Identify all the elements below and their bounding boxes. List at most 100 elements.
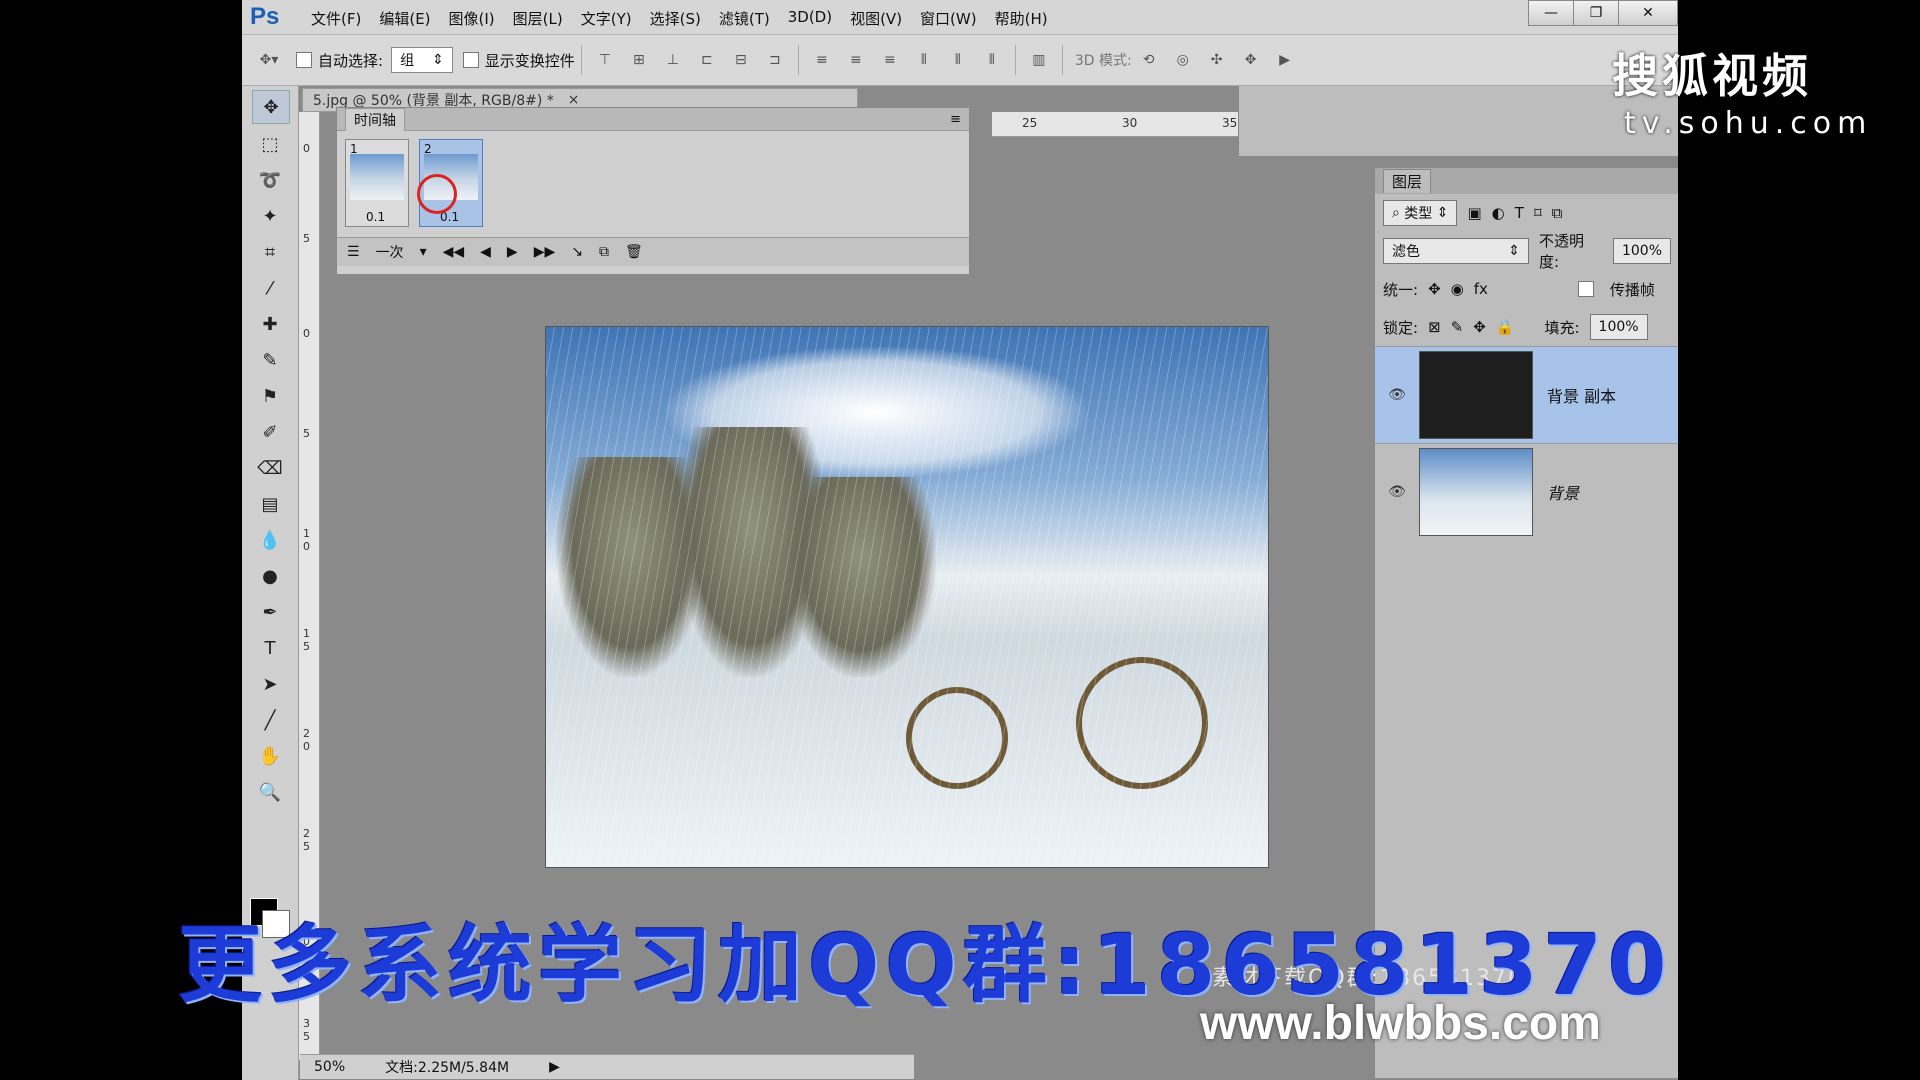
zoom-level[interactable]: 50% bbox=[314, 1059, 345, 1075]
menu-view[interactable]: 视图(V) bbox=[841, 8, 911, 29]
pen-tool-icon[interactable]: ✒ bbox=[252, 596, 288, 628]
distribute-hcenter-icon[interactable]: ⫴ bbox=[946, 48, 970, 72]
menu-select[interactable]: 选择(S) bbox=[641, 8, 710, 29]
move-tool-preset[interactable]: ✥▾ bbox=[252, 48, 286, 72]
dodge-tool-icon[interactable]: ● bbox=[252, 560, 288, 592]
3d-pan-icon[interactable]: ✣ bbox=[1205, 48, 1229, 72]
menu-layer[interactable]: 图层(L) bbox=[504, 8, 572, 29]
move-tool-icon[interactable]: ✥ bbox=[252, 90, 290, 124]
align-top-icon[interactable]: ⊤ bbox=[593, 48, 617, 72]
3d-slide-icon[interactable]: ✥ bbox=[1239, 48, 1263, 72]
prev-frame-icon[interactable]: ◀ bbox=[480, 244, 491, 260]
opacity-field[interactable]: 100% bbox=[1612, 238, 1671, 264]
blur-tool-icon[interactable]: 💧 bbox=[252, 524, 288, 556]
healing-brush-icon[interactable]: ✚ bbox=[252, 308, 288, 340]
next-frame-icon[interactable]: ▶▶ bbox=[534, 244, 556, 260]
filter-shape-icon[interactable]: ⌑ bbox=[1534, 204, 1542, 222]
dropdown-arrow-icon[interactable]: ▾ bbox=[420, 244, 427, 260]
timeline-frame[interactable]: 1 0.1 bbox=[345, 139, 409, 227]
menu-help[interactable]: 帮助(H) bbox=[986, 8, 1057, 29]
3d-roll-icon[interactable]: ◎ bbox=[1171, 48, 1195, 72]
filter-kind-select[interactable]: ⌕ 类型 ⇕ bbox=[1383, 200, 1458, 226]
status-arrow-icon[interactable]: ▶ bbox=[549, 1059, 560, 1075]
marquee-tool-icon[interactable]: ⬚ bbox=[252, 128, 288, 160]
filter-adjust-icon[interactable]: ◐ bbox=[1492, 204, 1505, 222]
type-tool-icon[interactable]: T bbox=[252, 632, 288, 664]
crop-tool-icon[interactable]: ⌗ bbox=[252, 236, 288, 268]
path-selection-icon[interactable]: ➤ bbox=[252, 668, 288, 700]
filter-smart-icon[interactable]: ⧉ bbox=[1552, 204, 1563, 222]
line-tool-icon[interactable]: ╱ bbox=[252, 704, 288, 736]
menu-edit[interactable]: 编辑(E) bbox=[370, 8, 439, 29]
first-frame-icon[interactable]: ◀◀ bbox=[443, 244, 465, 260]
layer-row[interactable]: 👁 背景 副本 bbox=[1375, 346, 1678, 443]
propagate-checkbox[interactable] bbox=[1577, 281, 1594, 297]
eraser-tool-icon[interactable]: ⌫ bbox=[252, 452, 288, 484]
menu-type[interactable]: 文字(Y) bbox=[572, 8, 641, 29]
frame-delay[interactable]: 0.1 bbox=[366, 210, 385, 224]
magic-wand-icon[interactable]: ✦ bbox=[252, 200, 288, 232]
layer-row[interactable]: 👁 背景 bbox=[1375, 443, 1678, 540]
auto-select-dropdown[interactable]: 组 ⇕ bbox=[391, 47, 453, 73]
hand-tool-icon[interactable]: ✋ bbox=[252, 740, 288, 772]
menu-window[interactable]: 窗口(W) bbox=[911, 8, 986, 29]
brush-tool-icon[interactable]: ✎ bbox=[252, 344, 288, 376]
play-icon[interactable]: ▶ bbox=[507, 244, 518, 260]
filter-type-icon[interactable]: T bbox=[1515, 204, 1524, 222]
3d-rotate-icon[interactable]: ⟲ bbox=[1137, 48, 1161, 72]
lasso-tool-icon[interactable]: ➰ bbox=[252, 164, 288, 196]
menu-file[interactable]: 文件(F) bbox=[302, 8, 370, 29]
distribute-top-icon[interactable]: ≡ bbox=[810, 48, 834, 72]
3d-scale-icon[interactable]: ▶ bbox=[1273, 48, 1297, 72]
distribute-right-icon[interactable]: ⫴ bbox=[980, 48, 1004, 72]
menu-filter[interactable]: 滤镜(T) bbox=[710, 8, 779, 29]
align-right-icon[interactable]: ⊐ bbox=[763, 48, 787, 72]
menu-3d[interactable]: 3D(D) bbox=[779, 8, 841, 29]
propagate-label: 传播帧 bbox=[1609, 280, 1655, 299]
gradient-tool-icon[interactable]: ▤ bbox=[252, 488, 288, 520]
auto-align-icon[interactable]: ▥ bbox=[1027, 48, 1051, 72]
show-transform-checkbox[interactable] bbox=[462, 52, 479, 68]
unify-style-icon[interactable]: fx bbox=[1474, 280, 1488, 298]
clone-stamp-icon[interactable]: ⚑ bbox=[252, 380, 288, 412]
layers-tab[interactable]: 图层 bbox=[1383, 169, 1432, 193]
menu-image[interactable]: 图像(I) bbox=[440, 8, 504, 29]
convert-timeline-icon[interactable]: ☰ bbox=[347, 244, 360, 260]
align-hcenter-icon[interactable]: ⊟ bbox=[729, 48, 753, 72]
auto-select-checkbox[interactable] bbox=[296, 52, 312, 68]
panel-menu-icon[interactable]: ≡ bbox=[950, 112, 961, 127]
move-tool-icon: ✥▾ bbox=[259, 52, 279, 68]
distribute-vcenter-icon[interactable]: ≡ bbox=[844, 48, 868, 72]
distribute-bottom-icon[interactable]: ≡ bbox=[878, 48, 902, 72]
minimize-button[interactable]: — bbox=[1528, 0, 1574, 26]
lock-all-icon[interactable]: 🔒 bbox=[1496, 318, 1515, 336]
duplicate-frame-icon[interactable]: ⧉ bbox=[599, 244, 609, 260]
restore-button[interactable]: ❐ bbox=[1573, 0, 1619, 26]
filter-pixel-icon[interactable]: ▣ bbox=[1467, 204, 1481, 222]
layer-name[interactable]: 背景 副本 bbox=[1547, 383, 1616, 407]
distribute-left-icon[interactable]: ⫴ bbox=[912, 48, 936, 72]
eyedropper-icon[interactable]: ⁄ bbox=[252, 272, 288, 304]
visibility-eye-icon[interactable]: 👁 bbox=[1375, 484, 1419, 500]
blend-mode-select[interactable]: 滤色 ⇕ bbox=[1383, 238, 1529, 264]
history-brush-icon[interactable]: ✐ bbox=[252, 416, 288, 448]
align-left-icon[interactable]: ⊏ bbox=[695, 48, 719, 72]
close-button[interactable]: ✕ bbox=[1618, 0, 1678, 26]
tween-icon[interactable]: ↘ bbox=[571, 244, 583, 260]
delete-frame-icon[interactable]: 🗑 bbox=[625, 244, 643, 260]
layer-name[interactable]: 背景 bbox=[1547, 480, 1579, 504]
lock-transparent-icon[interactable]: ⊠ bbox=[1428, 318, 1441, 336]
close-tab-icon[interactable]: × bbox=[568, 92, 580, 108]
align-vcenter-icon[interactable]: ⊞ bbox=[627, 48, 651, 72]
unify-visibility-icon[interactable]: ◉ bbox=[1451, 280, 1464, 298]
unify-position-icon[interactable]: ✥ bbox=[1428, 280, 1441, 298]
timeline-tab[interactable]: 时间轴 bbox=[345, 107, 405, 131]
visibility-eye-icon[interactable]: 👁 bbox=[1375, 387, 1419, 403]
zoom-tool-icon[interactable]: 🔍 bbox=[252, 776, 288, 808]
loop-select[interactable]: 一次 bbox=[376, 242, 404, 262]
align-bottom-icon[interactable]: ⊥ bbox=[661, 48, 685, 72]
lock-position-icon[interactable]: ✥ bbox=[1473, 318, 1486, 336]
lock-image-icon[interactable]: ✎ bbox=[1451, 318, 1464, 336]
fill-field[interactable]: 100% bbox=[1589, 314, 1648, 340]
canvas-image[interactable] bbox=[545, 326, 1269, 868]
